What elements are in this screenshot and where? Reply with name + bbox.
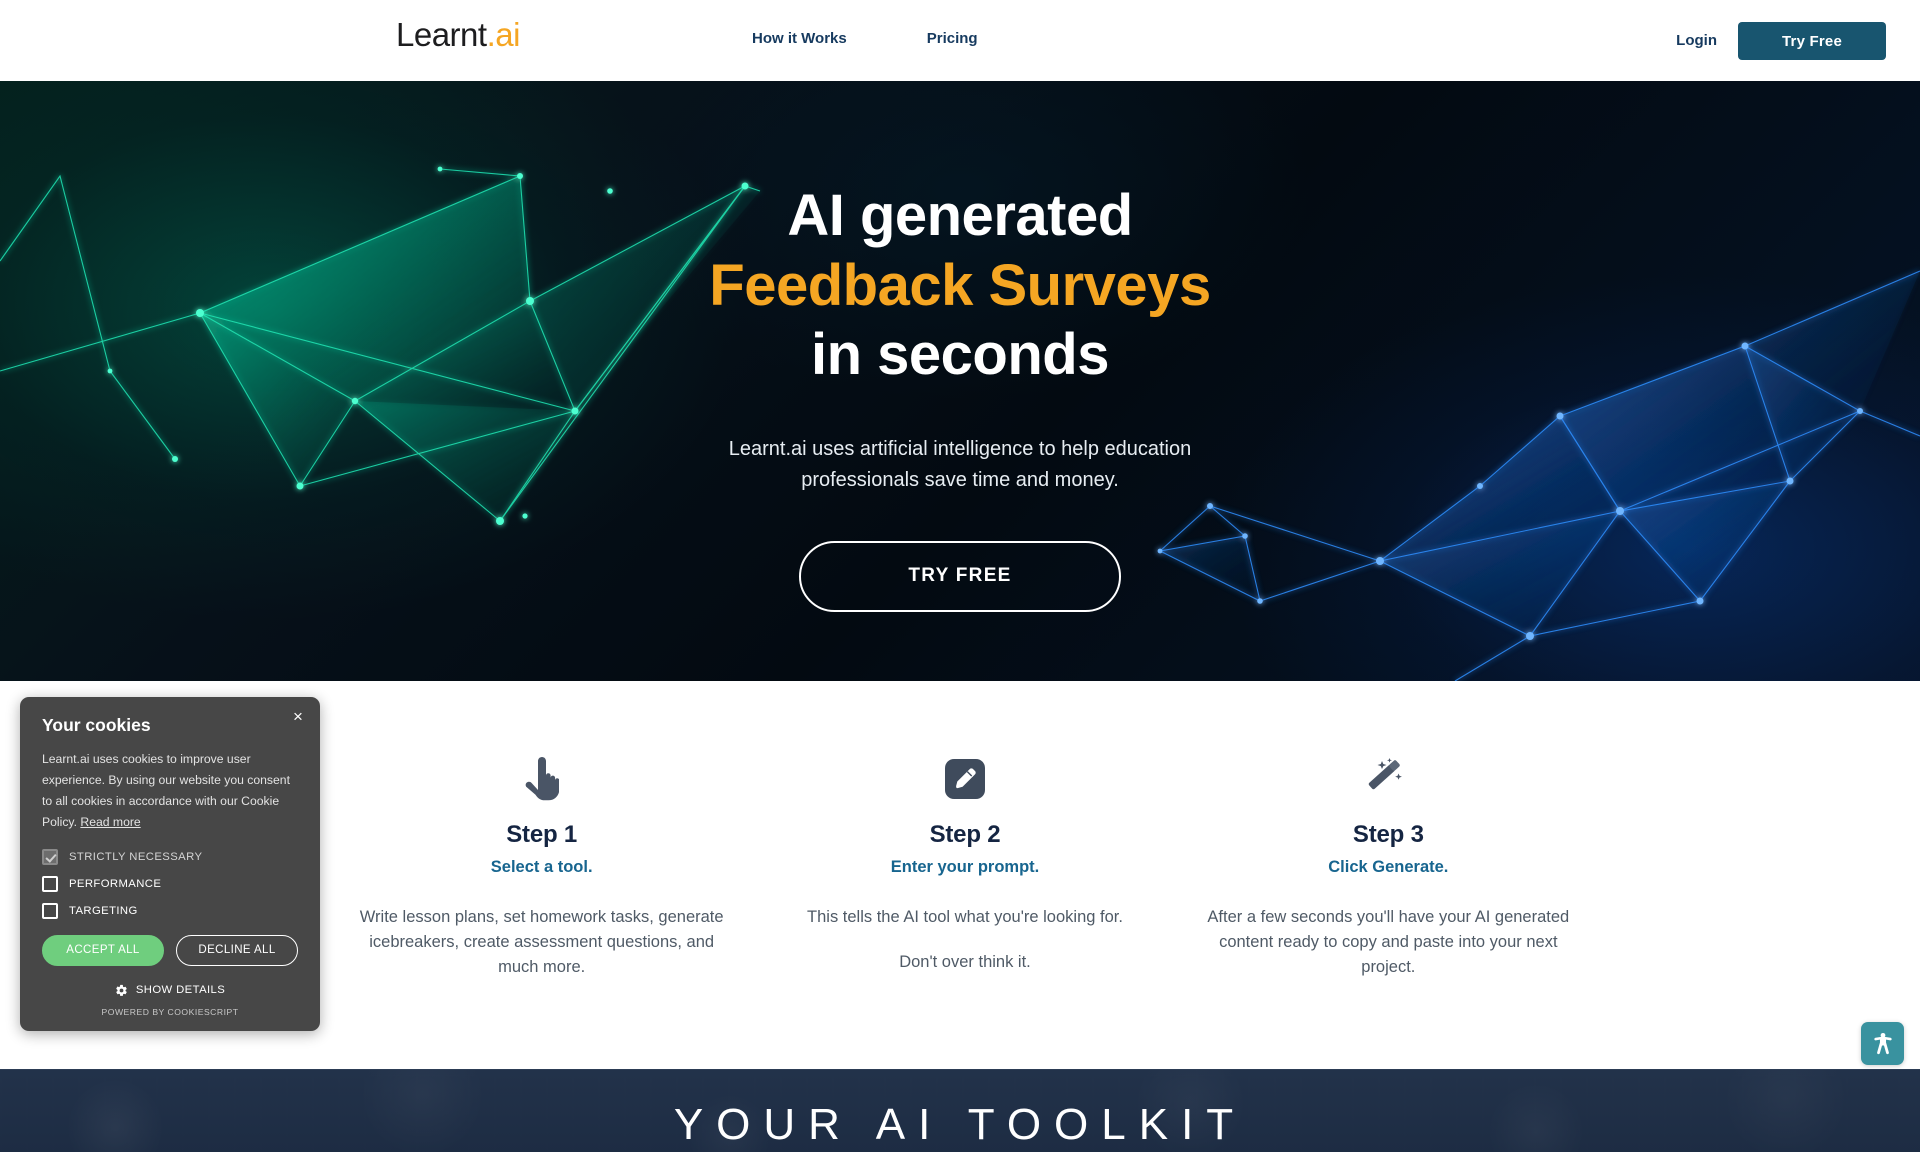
cookie-dialog-body: Learnt.ai uses cookies to improve user e… (42, 749, 298, 833)
pencil-edit-icon (777, 753, 1152, 805)
step-body-paragraph-2: Don't over think it. (899, 953, 1031, 972)
step-body-paragraph: After a few seconds you'll have your AI … (1207, 908, 1570, 977)
step-subtitle: Click Generate. (1328, 858, 1449, 876)
nav-link-pricing[interactable]: Pricing (927, 30, 978, 47)
accessibility-person-icon (1873, 1032, 1892, 1054)
step-title: Step 1 (506, 821, 578, 848)
cookie-action-buttons: ACCEPT ALL DECLINE ALL (42, 934, 298, 966)
cookie-option-label: TARGETING (69, 904, 138, 917)
hero-headline-line-1: AI generated (787, 183, 1133, 248)
cookie-option-label: PERFORMANCE (69, 877, 162, 890)
checkbox-performance[interactable] (42, 875, 58, 892)
toolkit-heading: YOUR AI TOOLKIT (673, 1100, 1247, 1149)
step-body-paragraph: This tells the AI tool what you're looki… (807, 908, 1123, 926)
hero-subtitle-line-2: professionals save time and money. (801, 468, 1119, 491)
step-body: This tells the AI tool what you're looki… (777, 905, 1152, 975)
pointing-hand-icon (354, 753, 729, 805)
step-card-1: Step 1 Select a tool. Write lesson plans… (330, 753, 753, 980)
step-body: After a few seconds you'll have your AI … (1201, 905, 1576, 980)
hero-headline: AI generated Feedback Surveys in seconds (0, 181, 1920, 390)
hero-subtitle: Learnt.ai uses artificial intelligence t… (0, 434, 1920, 496)
show-details-label: SHOW DETAILS (135, 984, 226, 997)
show-details-button[interactable]: SHOW DETAILS (42, 984, 298, 997)
cookie-option-label: STRICTLY NECESSARY (69, 850, 203, 863)
hero-headline-line-3: in seconds (811, 322, 1109, 388)
site-header: Learnt.ai How it Works Pricing Login Try… (0, 0, 1920, 81)
try-free-button[interactable]: Try Free (1738, 22, 1886, 60)
checkbox-targeting[interactable] (42, 902, 58, 919)
step-subtitle: Select a tool. (490, 858, 593, 876)
step-body-paragraph: Write lesson plans, set homework tasks, … (359, 908, 724, 977)
accessibility-widget-button[interactable] (1861, 1022, 1904, 1065)
toolkit-banner-section: YOUR AI TOOLKIT (0, 1069, 1920, 1152)
hero-section: AI generated Feedback Surveys in seconds… (0, 81, 1920, 681)
step-card-3: Step 3 Click Generate. After a few secon… (1177, 753, 1600, 980)
gear-icon (116, 984, 127, 996)
step-card-2: Step 2 Enter your prompt. This tells the… (753, 753, 1176, 980)
cookie-read-more-link[interactable]: Read more (80, 815, 140, 829)
login-link[interactable]: Login (1676, 32, 1717, 49)
cookie-option-performance[interactable]: PERFORMANCE (42, 875, 298, 892)
site-logo[interactable]: Learnt.ai (396, 18, 520, 51)
step-title: Step 2 (929, 821, 1001, 848)
cookie-powered-by-label: POWERED BY COOKIESCRIPT (101, 1006, 239, 1017)
nav-link-how-it-works[interactable]: How it Works (752, 30, 847, 47)
decline-all-button[interactable]: DECLINE ALL (176, 934, 298, 966)
cookie-option-targeting[interactable]: TARGETING (42, 902, 298, 919)
steps-row: Step 1 Select a tool. Write lesson plans… (330, 753, 1600, 980)
close-icon[interactable]: × (287, 705, 309, 727)
cookie-consent-dialog: × Your cookies Learnt.ai uses cookies to… (20, 697, 320, 1031)
cookie-option-strictly-necessary[interactable]: STRICTLY NECESSARY (42, 848, 298, 865)
hero-headline-line-2: Feedback Surveys (709, 252, 1211, 318)
primary-navigation: How it Works Pricing (752, 30, 978, 47)
step-body: Write lesson plans, set homework tasks, … (354, 905, 729, 980)
cookie-options-list: STRICTLY NECESSARY PERFORMANCE TARGETING (42, 848, 298, 919)
hero-subtitle-line-1: Learnt.ai uses artificial intelligence t… (728, 437, 1192, 460)
step-title: Step 3 (1352, 821, 1424, 848)
hero-content: AI generated Feedback Surveys in seconds… (0, 81, 1920, 612)
logo-accent-text: .ai (486, 16, 521, 53)
accept-all-button[interactable]: ACCEPT ALL (42, 934, 164, 966)
magic-wand-icon (1201, 753, 1576, 805)
hero-try-free-button[interactable]: TRY FREE (799, 540, 1121, 612)
step-subtitle: Enter your prompt. (890, 858, 1040, 876)
logo-main-text: Learnt (396, 16, 487, 53)
cookie-dialog-title: Your cookies (42, 715, 151, 735)
checkbox-strictly-necessary (42, 848, 58, 865)
